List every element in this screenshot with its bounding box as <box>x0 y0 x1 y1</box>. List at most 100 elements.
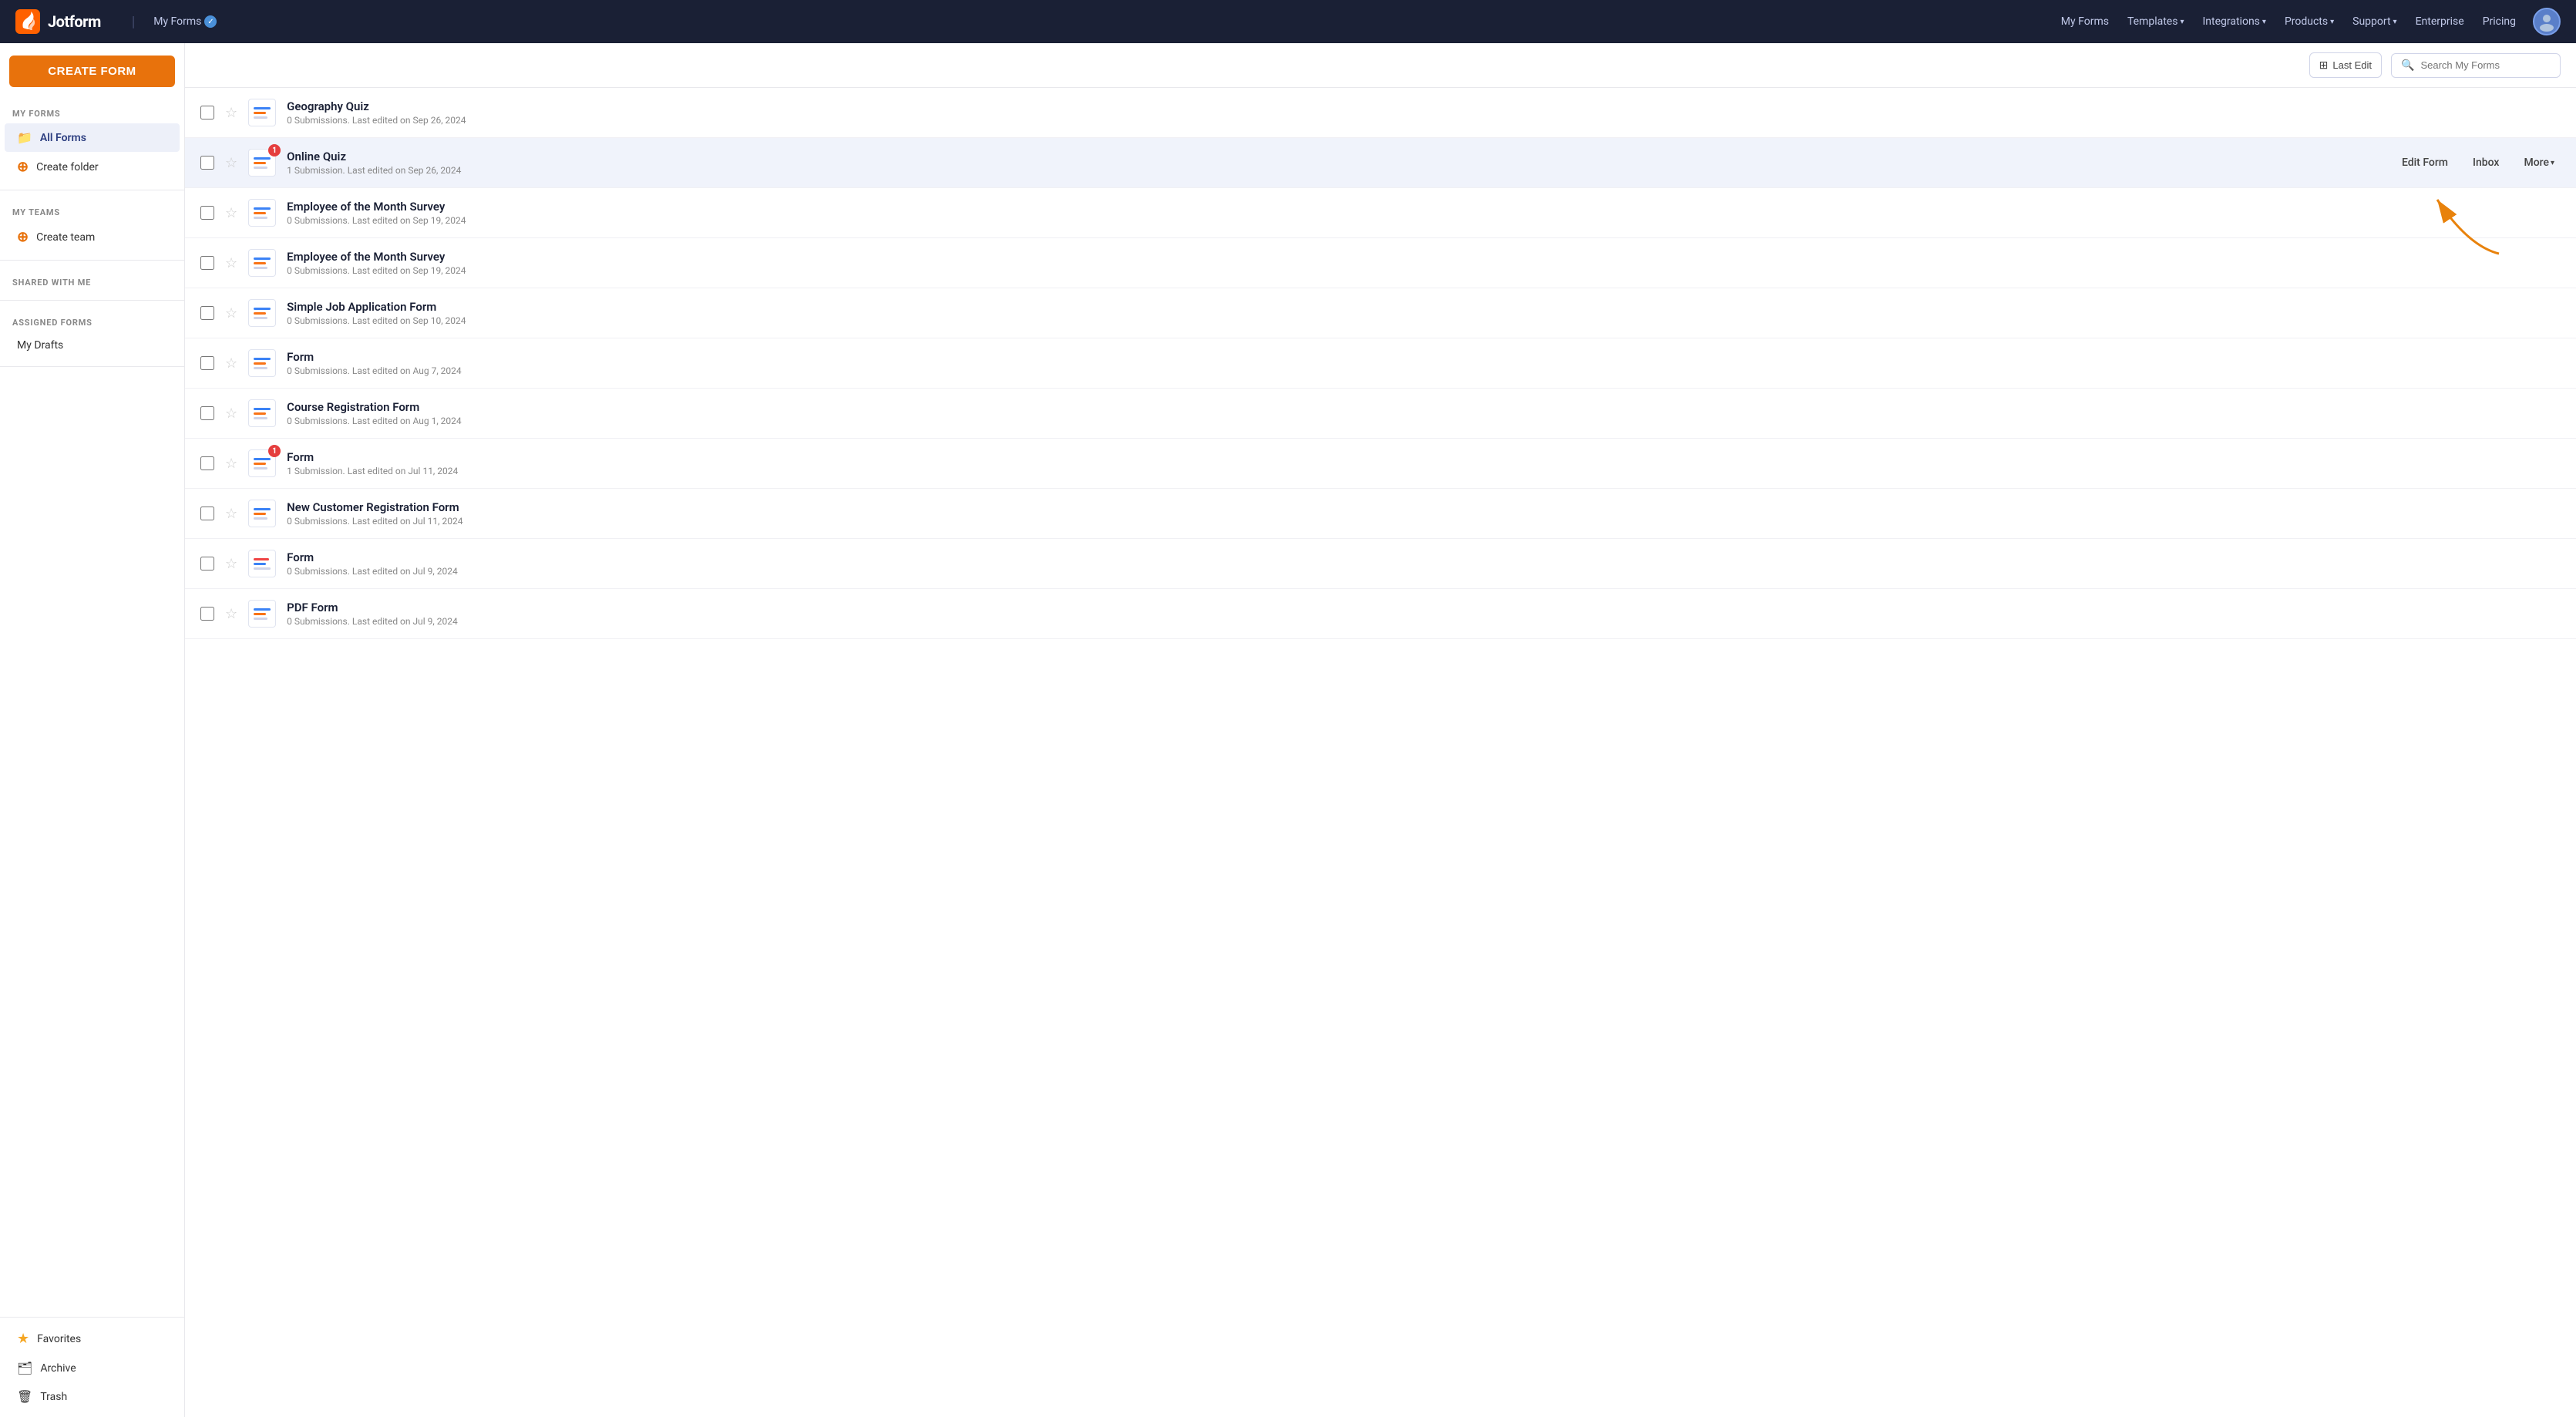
brand-name: Jotform <box>48 12 101 31</box>
form-checkbox[interactable] <box>200 607 214 621</box>
favorite-star[interactable]: ☆ <box>225 155 237 171</box>
top-navigation: Jotform | My Forms ✓ My Forms Templates … <box>0 0 2576 43</box>
form-icon <box>248 199 276 227</box>
form-list-item[interactable]: ☆ Employee of the Month Survey 0 Submiss… <box>185 238 2576 288</box>
form-meta: 0 Submissions. Last edited on Jul 9, 202… <box>287 616 2561 627</box>
nav-pricing[interactable]: Pricing <box>2475 11 2524 32</box>
form-checkbox[interactable] <box>200 356 214 370</box>
sidebar-item-create-team[interactable]: ⊕ Create team <box>5 222 180 252</box>
favorite-star[interactable]: ☆ <box>225 305 237 321</box>
sidebar-item-my-drafts[interactable]: My Drafts <box>5 332 180 358</box>
form-meta: 0 Submissions. Last edited on Sep 19, 20… <box>287 215 2561 226</box>
form-list-item[interactable]: ☆ PDF Form 0 Submissions. Last edited on… <box>185 589 2576 639</box>
form-info: Simple Job Application Form 0 Submission… <box>287 300 2561 326</box>
inbox-button[interactable]: Inbox <box>2467 153 2505 172</box>
sidebar-item-archive[interactable]: 🗂 Archive <box>5 1354 180 1382</box>
favorite-star[interactable]: ☆ <box>225 506 237 522</box>
nav-integrations[interactable]: Integrations ▾ <box>2194 11 2273 32</box>
verified-badge: ✓ <box>204 15 217 28</box>
form-checkbox[interactable] <box>200 156 214 170</box>
user-avatar[interactable] <box>2533 8 2561 35</box>
plus-circle-icon: ⊕ <box>17 159 29 175</box>
create-form-button[interactable]: CREATE FORM <box>9 56 175 87</box>
form-list-item[interactable]: ☆ Course Registration Form 0 Submissions… <box>185 389 2576 439</box>
form-list-item[interactable]: ☆ Simple Job Application Form 0 Submissi… <box>185 288 2576 338</box>
search-input[interactable] <box>2420 59 2551 71</box>
form-info: Form 1 Submission. Last edited on Jul 11… <box>287 450 2561 476</box>
chevron-down-icon: ▾ <box>2551 159 2554 167</box>
favorite-star[interactable]: ☆ <box>225 606 237 622</box>
sidebar-item-all-forms[interactable]: 📁 All Forms <box>5 123 180 152</box>
form-icon <box>248 399 276 427</box>
form-meta: 0 Submissions. Last edited on Jul 11, 20… <box>287 516 2561 527</box>
form-checkbox[interactable] <box>200 206 214 220</box>
form-info: Employee of the Month Survey 0 Submissio… <box>287 250 2561 276</box>
form-icon <box>248 349 276 377</box>
edit-form-button[interactable]: Edit Form <box>2396 153 2454 172</box>
form-title: New Customer Registration Form <box>287 500 2561 514</box>
form-icon-wrapper <box>248 199 276 227</box>
form-list-item[interactable]: ☆ Form 0 Submissions. Last edited on Aug… <box>185 338 2576 389</box>
context-label[interactable]: My Forms ✓ <box>153 15 217 28</box>
form-checkbox[interactable] <box>200 306 214 320</box>
form-icon-wrapper <box>248 249 276 277</box>
sidebar-divider-3 <box>0 300 184 301</box>
form-checkbox[interactable] <box>200 406 214 420</box>
form-checkbox[interactable] <box>200 106 214 119</box>
form-icon-wrapper <box>248 349 276 377</box>
plus-circle-icon: ⊕ <box>17 229 29 245</box>
form-checkbox[interactable] <box>200 456 214 470</box>
form-title: Geography Quiz <box>287 99 2561 113</box>
form-list-item[interactable]: ☆ 1 Online Quiz 1 Submission. Last edite… <box>185 138 2576 188</box>
form-title: Online Quiz <box>287 150 2385 163</box>
form-icon <box>248 249 276 277</box>
form-icon-wrapper <box>248 99 276 126</box>
topnav-links: My Forms Templates ▾ Integrations ▾ Prod… <box>2053 8 2561 35</box>
favorite-star[interactable]: ☆ <box>225 205 237 221</box>
nav-products[interactable]: Products ▾ <box>2277 11 2342 32</box>
form-info: Form 0 Submissions. Last edited on Aug 7… <box>287 350 2561 376</box>
favorite-star[interactable]: ☆ <box>225 556 237 572</box>
shared-section-label: SHARED WITH ME <box>0 268 184 292</box>
more-button[interactable]: More ▾ <box>2517 153 2561 172</box>
form-list-item[interactable]: ☆ Employee of the Month Survey 0 Submiss… <box>185 188 2576 238</box>
form-list-item[interactable]: ☆ 1 Form 1 Submission. Last edited on Ju… <box>185 439 2576 489</box>
favorite-star[interactable]: ☆ <box>225 355 237 372</box>
form-title: Course Registration Form <box>287 400 2561 414</box>
form-row-actions: Edit Form Inbox More ▾ <box>2396 153 2561 172</box>
nav-support[interactable]: Support ▾ <box>2345 11 2404 32</box>
nav-templates[interactable]: Templates ▾ <box>2120 11 2192 32</box>
form-list-item[interactable]: ☆ Form 0 Submissions. Last edited on Jul… <box>185 539 2576 589</box>
favorite-star[interactable]: ☆ <box>225 456 237 472</box>
form-title: Form <box>287 450 2561 464</box>
favorite-star[interactable]: ☆ <box>225 105 237 121</box>
form-meta: 0 Submissions. Last edited on Sep 19, 20… <box>287 265 2561 276</box>
form-title: Employee of the Month Survey <box>287 200 2561 214</box>
sidebar-item-trash[interactable]: 🗑 Trash <box>5 1382 180 1411</box>
chevron-down-icon: ▾ <box>2393 18 2397 26</box>
nav-my-forms[interactable]: My Forms <box>2053 11 2117 32</box>
form-list-item[interactable]: ☆ Geography Quiz 0 Submissions. Last edi… <box>185 88 2576 138</box>
form-title: PDF Form <box>287 601 2561 614</box>
form-checkbox[interactable] <box>200 557 214 571</box>
sidebar-item-favorites[interactable]: ★ Favorites <box>5 1324 180 1354</box>
last-edit-button[interactable]: ⊞ Last Edit <box>2309 52 2382 78</box>
submission-badge: 1 <box>268 144 281 157</box>
logo-area[interactable]: Jotform <box>15 9 101 34</box>
search-box[interactable]: 🔍 <box>2391 53 2561 78</box>
nav-enterprise[interactable]: Enterprise <box>2408 11 2472 32</box>
favorite-star[interactable]: ☆ <box>225 406 237 422</box>
form-title: Simple Job Application Form <box>287 300 2561 314</box>
form-checkbox[interactable] <box>200 256 214 270</box>
form-icon-wrapper: 1 <box>248 449 276 477</box>
form-icon-wrapper <box>248 299 276 327</box>
form-info: PDF Form 0 Submissions. Last edited on J… <box>287 601 2561 627</box>
search-icon: 🔍 <box>2401 59 2414 72</box>
form-checkbox[interactable] <box>200 507 214 520</box>
form-icon <box>248 550 276 577</box>
main-layout: CREATE FORM MY FORMS 📁 All Forms ⊕ Creat… <box>0 0 2576 1417</box>
favorite-star[interactable]: ☆ <box>225 255 237 271</box>
form-list-item[interactable]: ☆ New Customer Registration Form 0 Submi… <box>185 489 2576 539</box>
sidebar-item-create-folder[interactable]: ⊕ Create folder <box>5 152 180 182</box>
form-icon <box>248 500 276 527</box>
